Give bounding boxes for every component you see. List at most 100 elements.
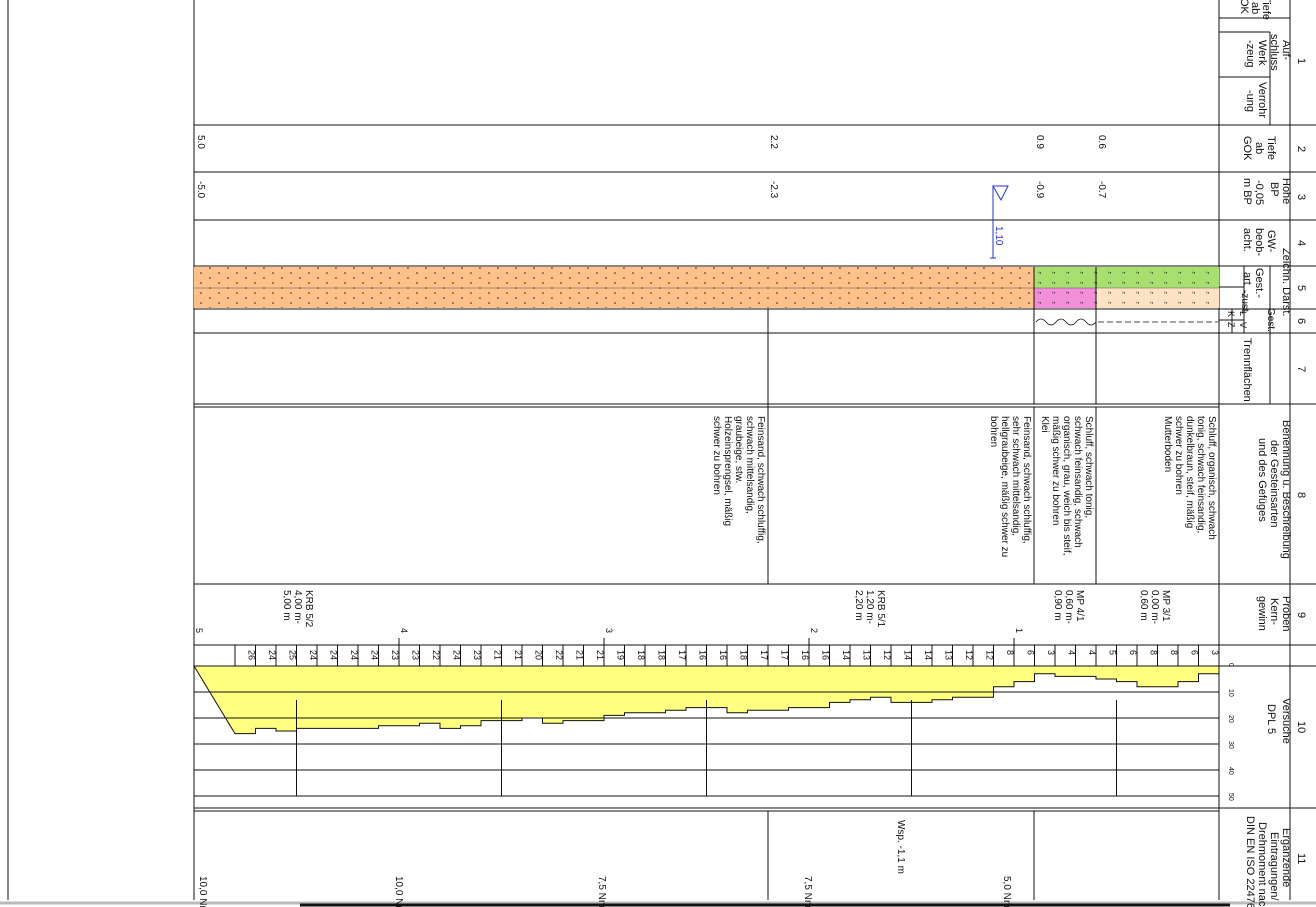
- header-line: GOK: [1241, 136, 1253, 161]
- header-line: DPL 5: [1265, 704, 1277, 734]
- header-tiefe-ok: Tiefe ab OK: [1238, 0, 1272, 20]
- layer-feinsand: [194, 267, 1034, 308]
- dpl-axis-label: 20: [1227, 715, 1234, 723]
- header-line: Werk: [1256, 40, 1268, 66]
- gw-triangle-icon: [992, 185, 1009, 202]
- desc-line: sehr schwach mittelsandig,: [1010, 416, 1021, 536]
- header-proben: Proben Kern- gewinn: [1256, 596, 1292, 631]
- header-line: acht.: [1241, 228, 1253, 252]
- blow-count-value: 16: [718, 650, 728, 660]
- header-line: -0,05: [1253, 180, 1265, 205]
- blow-count-value: 13: [943, 650, 953, 660]
- header-line: Drehmoment nach: [1256, 822, 1268, 907]
- col-number-2: 2: [1295, 146, 1307, 152]
- blow-count-value: 16: [697, 650, 707, 660]
- samples: MP 3/1 0,00 m- 0,60 m MP 4/1 0,60 m- 0,9…: [281, 590, 1171, 628]
- header-line: Kern-: [1268, 598, 1280, 625]
- blow-count-value: 12: [964, 650, 974, 660]
- header-line: gewinn: [1256, 596, 1268, 631]
- blow-count-value: 12: [882, 650, 892, 660]
- desc-line: mäßig schwer zu bohren: [1050, 416, 1061, 526]
- height-bp-value: -2.3: [768, 181, 779, 199]
- blow-count-value: 23: [472, 650, 482, 660]
- header-line: V: [1238, 322, 1248, 328]
- description-feinsand-1: Feinsand, schwach schluffig, sehr schwac…: [988, 416, 1032, 557]
- header-line: L: [1238, 311, 1248, 316]
- dpl-axis-label: 50: [1227, 793, 1234, 801]
- desc-line: hellgraubeige, mäßig schwer zu: [999, 416, 1010, 557]
- dpl-axis-label: 30: [1227, 741, 1234, 749]
- depth-gok-value: 5.0: [195, 135, 206, 149]
- blow-count-value: 16: [800, 650, 810, 660]
- blow-count-value: 19: [615, 650, 625, 660]
- dpl-axis-label: 40: [1227, 767, 1234, 775]
- blow-count-value: 24: [369, 650, 379, 660]
- groundwater-marker: 1,10: [990, 185, 1009, 259]
- depth-tick-label: 3: [604, 628, 614, 633]
- layer-mutterboden: [1096, 267, 1219, 288]
- header-line: schluss: [1268, 34, 1280, 71]
- dpl-axis-label: 0: [1227, 663, 1234, 667]
- sample-mp31: MP 3/1 0,00 m- 0,60 m: [1138, 590, 1171, 624]
- depth-gok-value: 0.9: [1034, 135, 1045, 149]
- desc-line: Klei: [1039, 416, 1050, 433]
- blow-count-value: 23: [390, 650, 400, 660]
- height-bp-value: -0.9: [1034, 181, 1045, 199]
- blow-count-value: 22: [431, 650, 441, 660]
- blow-count-value: 18: [636, 650, 646, 660]
- blow-count-value: 12: [984, 650, 994, 660]
- blow-count-value: 24: [349, 650, 359, 660]
- torque-value: 7,5 Nm: [802, 876, 813, 907]
- sample-line: 0,90 m: [1052, 590, 1063, 621]
- header-line: Versuche: [1280, 698, 1292, 744]
- sample-line: KRB 5/1: [875, 590, 886, 628]
- blow-count-value: 24: [451, 650, 461, 660]
- height-bp-value: -0.7: [1096, 181, 1107, 199]
- header-trennflaechen: Trennflächen: [1241, 338, 1253, 402]
- sample-line: 1,20 m-: [864, 590, 875, 624]
- col-number-9: 9: [1295, 612, 1307, 618]
- blow-count-value: 6: [1128, 650, 1138, 655]
- desc-line: Schluff, schwach tonig,: [1083, 416, 1094, 518]
- header-line: Ergänzende: [1280, 828, 1292, 887]
- header-line: Gest.: [1265, 308, 1276, 332]
- blow-count-value: 17: [759, 650, 769, 660]
- sample-line: MP 4/1: [1074, 590, 1085, 622]
- sample-line: 2,20 m: [853, 590, 864, 621]
- dpl-axis-label: 10: [1227, 689, 1234, 697]
- blow-count-value: 21: [574, 650, 584, 660]
- desc-line: schwach mittelsandig,: [744, 416, 755, 514]
- header-line: beob-: [1253, 228, 1265, 256]
- header-tiefe-gok: Tiefe ab GOK: [1241, 136, 1277, 161]
- header-aufschluss: Auf- schluss Werk -zeug: [1244, 34, 1292, 71]
- header-line: der Gesteinsarten: [1268, 440, 1280, 527]
- sample-line: 0,60 m: [1138, 590, 1149, 621]
- header-line: Z: [1226, 322, 1236, 328]
- layer-klei: [1034, 267, 1096, 288]
- blow-count-value: 17: [779, 650, 789, 660]
- description-mutterboden: Schluff, organisch, schwach tonig, schwa…: [1162, 416, 1217, 540]
- blow-count-value: 24: [308, 650, 318, 660]
- desc-line: schwach feinsandig, schwach: [1072, 416, 1083, 548]
- blow-count-value: 14: [923, 650, 933, 660]
- blow-count-value: 18: [738, 650, 748, 660]
- col-number-8: 8: [1295, 492, 1307, 498]
- sample-line: 5,00 m: [281, 590, 292, 621]
- blow-count-value: 4: [1066, 650, 1076, 655]
- depth-tick-label: 2: [809, 628, 819, 633]
- desc-line: Feinsand, schwach schluffig,: [755, 416, 766, 544]
- header-line: GW-: [1265, 230, 1277, 253]
- desc-line: organisch, grau, weich bis steif,: [1061, 416, 1072, 556]
- sample-line: KRB 5/2: [303, 590, 314, 628]
- sample-line: MP 3/1: [1160, 590, 1171, 622]
- desc-line: tonig, schwach feinsandig,: [1195, 416, 1206, 533]
- blow-count-value: 23: [410, 650, 420, 660]
- header-line: OK: [1238, 0, 1250, 15]
- blow-count-value: 8: [1169, 650, 1179, 655]
- descriptions: Schluff, organisch, schwach tonig, schwa…: [711, 416, 1217, 557]
- desc-line: schwer zu bohren: [1173, 416, 1184, 495]
- depth-tick-label: 5: [194, 628, 204, 633]
- gw-level-label: 1,10: [993, 226, 1004, 246]
- depth-tick-label: 4: [399, 628, 409, 633]
- torque-value: 10,0 Nm: [197, 876, 208, 907]
